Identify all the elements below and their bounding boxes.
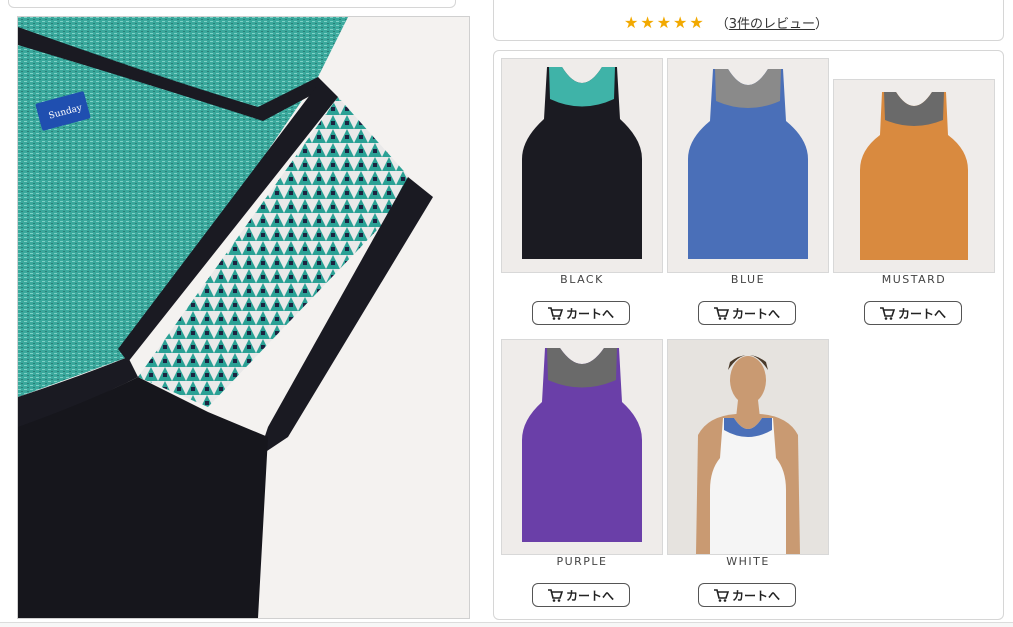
variant-white-image[interactable] [667,339,829,555]
add-to-cart-button-purple[interactable]: カートへ [532,583,630,607]
add-to-cart-label: カートへ [565,588,614,603]
open-paren: （ [715,17,729,32]
variant-black-image[interactable] [501,58,663,273]
variant-mustard: MUSTARD カートへ [833,58,995,328]
add-to-cart-button-white[interactable]: カートへ [698,583,796,607]
cart-icon [713,306,729,320]
color-variants-panel: BLACK カートへ BLUE カートへ MUSTARD カートへ PURPLE… [493,50,1004,620]
review-summary-box: ★★★★★ （ 3件のレビュー ） [493,0,1004,41]
variant-purple-image[interactable] [501,339,663,555]
add-to-cart-label: カートへ [565,306,614,321]
variant-black: BLACK カートへ [501,58,663,328]
star-rating: ★★★★★ [624,13,706,32]
cart-icon [879,306,895,320]
add-to-cart-button-mustard[interactable]: カートへ [864,301,962,325]
variant-mustard-label: MUSTARD [881,273,947,286]
previous-section-box [8,0,456,8]
add-to-cart-button-black[interactable]: カートへ [532,301,630,325]
variant-white: WHITE カートへ [667,339,829,609]
variant-purple: PURPLE カートへ [501,339,663,609]
close-paren: ） [815,17,829,32]
variant-blue-image[interactable] [667,58,829,273]
bottom-divider [0,622,1013,627]
variant-blue-label: BLUE [730,273,766,286]
review-count-link[interactable]: 3件のレビュー [729,13,815,32]
variant-purple-label: PURPLE [556,555,608,568]
review-row: ★★★★★ （ 3件のレビュー ） [624,13,828,32]
cart-icon [713,588,729,602]
variant-white-label: WHITE [726,555,770,568]
variant-blue: BLUE カートへ [667,58,829,328]
main-product-image: Sunday [17,16,470,619]
add-to-cart-label: カートへ [731,306,780,321]
add-to-cart-button-blue[interactable]: カートへ [698,301,796,325]
variant-mustard-image[interactable] [833,79,995,273]
cart-icon [547,306,563,320]
variant-black-label: BLACK [560,273,604,286]
cart-icon [547,588,563,602]
add-to-cart-label: カートへ [897,306,946,321]
add-to-cart-label: カートへ [731,588,780,603]
